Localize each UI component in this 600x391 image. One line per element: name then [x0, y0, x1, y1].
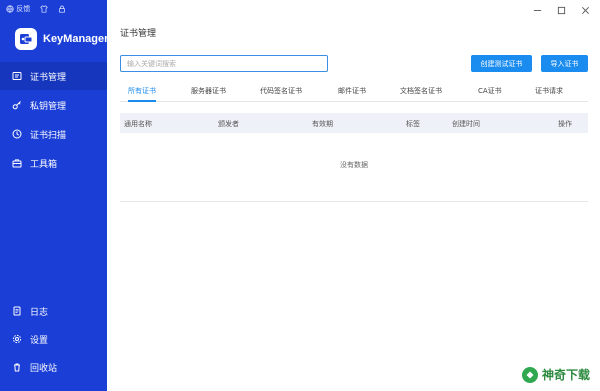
sidebar-item-label: 工具箱 — [30, 159, 58, 170]
tab-all-certs[interactable]: 所有证书 — [128, 85, 156, 102]
empty-state-text: 没有数据 — [340, 161, 368, 169]
toolbox-icon — [12, 159, 22, 168]
sidebar-topbar: 反馈 — [6, 4, 66, 14]
maximize-icon — [557, 6, 565, 14]
tab-cert-requests[interactable]: 证书请求 — [535, 85, 563, 102]
sidebar-item-label: 日志 — [30, 307, 49, 318]
column-header-tags[interactable]: 标签 — [406, 119, 420, 129]
trash-icon — [14, 363, 20, 372]
sidebar-item-label: 证书管理 — [30, 72, 67, 83]
column-header-validity[interactable]: 有效期 — [312, 119, 333, 129]
cert-tabs: 所有证书 服务器证书 代码签名证书 邮件证书 文档签名证书 CA证书 证书请求 — [120, 85, 588, 102]
create-test-cert-button[interactable]: 创建测试证书 — [471, 55, 532, 72]
watermark-text: 神奇下载 — [541, 368, 590, 382]
sidebar-item-label: 设置 — [30, 335, 49, 346]
sidebar-item-key-management[interactable]: 私钥管理 — [0, 91, 107, 119]
minimize-icon — [533, 9, 541, 11]
search-input[interactable] — [120, 55, 328, 72]
log-icon — [13, 306, 21, 316]
column-header-actions: 操作 — [558, 120, 572, 128]
feedback-label: 反馈 — [16, 5, 31, 13]
watermark: 神奇下载 — [521, 366, 590, 383]
shirt-button[interactable] — [40, 5, 48, 13]
close-icon — [581, 6, 589, 14]
lock-button[interactable] — [58, 5, 66, 13]
sidebar-item-label: 证书扫描 — [30, 130, 67, 141]
tab-code-signing-certs[interactable]: 代码签名证书 — [260, 85, 302, 102]
maximize-button[interactable] — [556, 5, 566, 15]
page-title: 证书管理 — [120, 29, 157, 39]
tab-email-certs[interactable]: 邮件证书 — [338, 85, 366, 102]
key-icon — [12, 101, 21, 110]
column-header-created-time[interactable]: 创建时间 — [452, 119, 480, 129]
table-header: 通用名称 颁发者 有效期 标签 创建时间 操作 — [120, 113, 588, 133]
close-button[interactable] — [580, 5, 590, 15]
sidebar-item-label: 私钥管理 — [30, 101, 67, 112]
sidebar-item-toolbox[interactable]: 工具箱 — [0, 149, 107, 177]
column-header-common-name[interactable]: 通用名称 — [124, 119, 152, 129]
table-divider — [120, 201, 588, 202]
tab-ca-certs[interactable]: CA证书 — [478, 85, 502, 102]
sidebar-nav: 证书管理 私钥管理 证书扫描 工具箱 — [0, 62, 107, 178]
column-header-issuer[interactable]: 颁发者 — [218, 119, 239, 129]
watermark-logo-icon — [521, 366, 538, 383]
keymanager-logo-icon — [20, 34, 33, 44]
sidebar-item-recycle-bin[interactable]: 回收站 — [0, 353, 107, 381]
sidebar-item-settings[interactable]: 设置 — [0, 325, 107, 353]
gear-icon — [12, 334, 22, 344]
import-cert-button[interactable]: 导入证书 — [541, 55, 588, 72]
clock-icon — [12, 129, 22, 139]
feedback-link[interactable]: 反馈 — [6, 4, 30, 14]
lock-icon — [59, 5, 65, 13]
window-controls — [532, 5, 590, 15]
certificate-icon — [12, 72, 22, 80]
sidebar-item-label: 回收站 — [30, 363, 58, 374]
shirt-icon — [40, 5, 48, 13]
minimize-button[interactable] — [532, 5, 542, 15]
sidebar-item-cert-scan[interactable]: 证书扫描 — [0, 120, 107, 148]
app-name: KeyManager — [43, 33, 109, 45]
sidebar-item-cert-management[interactable]: 证书管理 — [0, 62, 107, 90]
tab-doc-signing-certs[interactable]: 文档签名证书 — [400, 85, 442, 102]
globe-icon — [6, 5, 14, 13]
sidebar-item-log[interactable]: 日志 — [0, 297, 107, 325]
sidebar: 反馈 KeyManager 证书管理 私钥管理 证书扫描 工具箱 日志 设置 回… — [0, 0, 108, 391]
brand: KeyManager — [15, 28, 108, 50]
tab-server-certs[interactable]: 服务器证书 — [191, 85, 226, 102]
sidebar-bottom-nav: 日志 设置 回收站 — [0, 297, 107, 381]
app-logo — [15, 28, 37, 50]
